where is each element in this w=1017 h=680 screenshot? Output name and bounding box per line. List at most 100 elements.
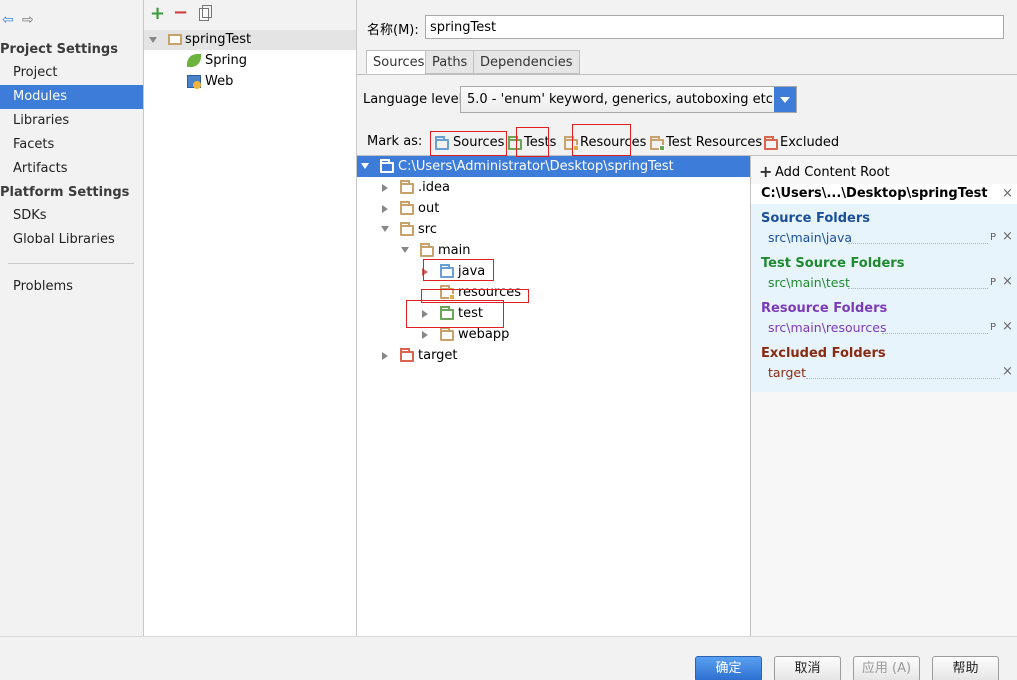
add-icon[interactable]: + bbox=[150, 3, 165, 24]
nav-item-facets[interactable]: Facets bbox=[0, 133, 143, 157]
collapse-arrow-icon[interactable] bbox=[382, 184, 388, 192]
language-level-label: Language level: bbox=[363, 92, 467, 107]
nav-item-artifacts[interactable]: Artifacts bbox=[0, 157, 143, 181]
nav-item-project[interactable]: Project bbox=[0, 61, 143, 85]
close-icon[interactable]: × bbox=[1002, 187, 1013, 200]
source-folder-path: src\main\java bbox=[768, 230, 853, 245]
tab-underline bbox=[357, 74, 1017, 75]
tree-label-main: main bbox=[438, 243, 471, 258]
test-folder-dots bbox=[848, 288, 988, 289]
module-tree-panel: + − springTest Spring Web bbox=[144, 0, 357, 636]
content-root-path: C:\Users\...\Desktop\springTest bbox=[761, 186, 988, 201]
tab-sources[interactable]: Sources bbox=[366, 50, 432, 74]
nav-item-problems[interactable]: Problems bbox=[0, 275, 143, 299]
nav-item-libraries[interactable]: Libraries bbox=[0, 109, 143, 133]
edit-properties-icon[interactable]: P bbox=[990, 232, 996, 243]
module-root-row[interactable]: springTest bbox=[144, 30, 356, 50]
nav-divider bbox=[8, 263, 134, 264]
resource-folder-path: src\main\resources bbox=[768, 320, 887, 335]
copy-icon-back bbox=[202, 5, 212, 18]
folder-icon bbox=[380, 159, 394, 173]
mark-test-resources-label: Test Resources bbox=[666, 135, 763, 150]
remove-excluded-icon[interactable]: × bbox=[1002, 365, 1013, 378]
test-folders-title: Test Source Folders bbox=[761, 256, 905, 271]
excluded-folder-dots bbox=[806, 378, 1000, 379]
name-input[interactable] bbox=[425, 15, 1004, 39]
edit-properties-icon[interactable]: P bbox=[990, 277, 996, 288]
nav-item-global-libraries[interactable]: Global Libraries bbox=[0, 228, 143, 252]
language-level-value: 5.0 - 'enum' keyword, generics, autoboxi… bbox=[467, 92, 778, 107]
test-folder-path: src\main\test bbox=[768, 275, 850, 290]
excluded-folder-icon bbox=[400, 348, 414, 362]
web-label: Web bbox=[205, 74, 234, 89]
expand-arrow-icon[interactable] bbox=[149, 37, 157, 43]
source-folder-dots bbox=[848, 243, 988, 244]
test-resource-folder-icon bbox=[650, 136, 665, 151]
remove-test-icon[interactable]: × bbox=[1002, 275, 1013, 288]
annotation-box-tests bbox=[516, 127, 549, 157]
tree-label-target: target bbox=[418, 348, 458, 363]
expand-arrow-icon[interactable] bbox=[401, 247, 409, 253]
forward-arrow-icon[interactable]: ⇨ bbox=[22, 12, 34, 28]
mark-excluded-label: Excluded bbox=[780, 135, 840, 150]
module-root-label: springTest bbox=[185, 32, 252, 47]
resource-folders-title: Resource Folders bbox=[761, 301, 888, 316]
help-button[interactable]: 帮助 bbox=[932, 656, 999, 680]
tree-label-idea: .idea bbox=[418, 180, 450, 195]
back-arrow-icon[interactable]: ⇦ bbox=[2, 12, 14, 28]
platform-settings-header: Platform Settings bbox=[0, 185, 130, 200]
language-level-select[interactable]: 5.0 - 'enum' keyword, generics, autoboxi… bbox=[460, 86, 797, 113]
nav-item-modules[interactable]: Modules bbox=[0, 85, 143, 109]
spring-label: Spring bbox=[205, 53, 247, 68]
folder-icon bbox=[400, 201, 414, 215]
excluded-folder-path: target bbox=[768, 365, 807, 380]
source-folders-title: Source Folders bbox=[761, 211, 871, 226]
file-tree-root-label: C:\Users\Administrator\Desktop\springTes… bbox=[398, 159, 674, 174]
annotation-box-sources bbox=[430, 131, 507, 156]
annotation-box-test bbox=[406, 300, 504, 328]
folder-icon bbox=[400, 222, 414, 236]
chevron-down-icon bbox=[780, 97, 790, 103]
collapse-arrow-icon[interactable] bbox=[382, 205, 388, 213]
file-tree-root-row[interactable]: C:\Users\Administrator\Desktop\springTes… bbox=[357, 156, 750, 177]
tab-dependencies[interactable]: Dependencies bbox=[473, 50, 580, 74]
annotation-box-java bbox=[423, 259, 494, 281]
tab-paths[interactable]: Paths bbox=[425, 50, 475, 74]
dropdown-button[interactable] bbox=[774, 87, 796, 112]
remove-source-icon[interactable]: × bbox=[1002, 230, 1013, 243]
plus-icon: + bbox=[759, 162, 773, 181]
nav-item-sdks[interactable]: SDKs bbox=[0, 204, 143, 228]
excluded-folder-icon bbox=[764, 136, 778, 150]
module-toolbar: + − bbox=[144, 0, 356, 30]
apply-button[interactable]: 应用 (A) bbox=[853, 656, 920, 680]
folder-icon bbox=[420, 243, 434, 257]
mark-as-label: Mark as: bbox=[367, 134, 423, 149]
expand-arrow-icon[interactable] bbox=[361, 163, 369, 169]
folder-icon bbox=[400, 180, 414, 194]
module-child-web[interactable]: Web bbox=[187, 71, 233, 92]
remove-resource-icon[interactable]: × bbox=[1002, 320, 1013, 333]
annotation-box-resources bbox=[572, 124, 631, 156]
web-globe-icon bbox=[193, 81, 201, 89]
folder-icon bbox=[440, 327, 454, 341]
add-content-root-label: Add Content Root bbox=[775, 165, 890, 180]
resource-folder-dots bbox=[882, 333, 988, 334]
project-settings-header: Project Settings bbox=[0, 42, 118, 57]
settings-nav-panel: ⇦ ⇨ Project Settings Project Modules Lib… bbox=[0, 0, 144, 636]
file-tree bbox=[357, 155, 751, 636]
module-child-spring[interactable]: Spring bbox=[187, 50, 247, 71]
spring-leaf-icon bbox=[187, 54, 201, 67]
module-folder-icon bbox=[168, 34, 182, 45]
content-root-header: C:\Users\...\Desktop\springTest × bbox=[751, 184, 1017, 204]
name-label: 名称(M): bbox=[367, 23, 419, 38]
remove-icon[interactable]: − bbox=[173, 2, 188, 23]
collapse-arrow-icon[interactable] bbox=[382, 352, 388, 360]
expand-arrow-icon[interactable] bbox=[381, 226, 389, 232]
edit-properties-icon[interactable]: P bbox=[990, 322, 996, 333]
collapse-arrow-icon[interactable] bbox=[422, 331, 428, 339]
cancel-button[interactable]: 取消 bbox=[774, 656, 841, 680]
ok-button[interactable]: 确定 bbox=[695, 656, 762, 680]
tree-label-src: src bbox=[418, 222, 437, 237]
excluded-folders-title: Excluded Folders bbox=[761, 346, 886, 361]
tree-label-out: out bbox=[418, 201, 440, 216]
